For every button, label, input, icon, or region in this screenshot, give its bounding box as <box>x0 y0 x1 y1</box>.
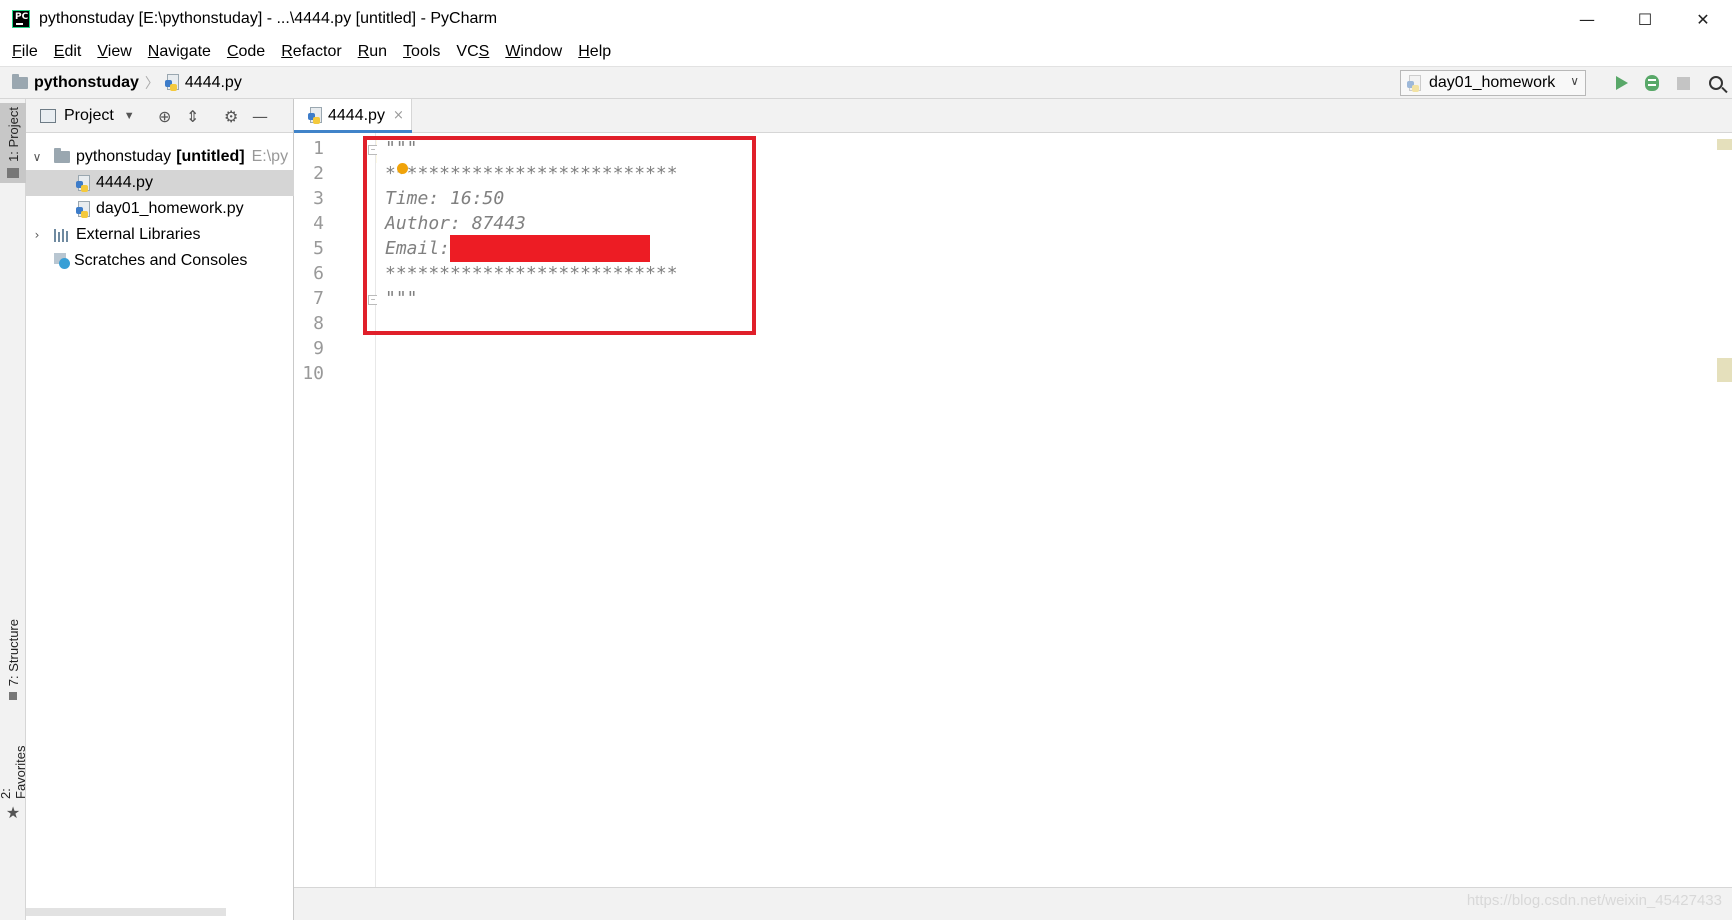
project-panel-title[interactable]: Project <box>64 107 114 125</box>
line-number: 8 <box>313 313 324 334</box>
line-number: 1 <box>313 138 324 159</box>
tree-item-label: pythonstuday <box>76 148 172 165</box>
pycharm-window: PC pythonstuday [E:\pythonstuday] - ...\… <box>0 0 1732 920</box>
menu-help[interactable]: Help <box>570 43 619 61</box>
chevron-down-icon: ∨ <box>1570 74 1579 88</box>
stripe-marker[interactable] <box>1717 358 1732 382</box>
tree-item-file-day01[interactable]: day01_homework.py <box>26 196 294 222</box>
project-tab-label: 1: Project <box>5 107 21 162</box>
collapse-all-icon[interactable]: ⇕ <box>186 107 199 126</box>
tree-item-label: Scratches and Consoles <box>74 252 248 269</box>
annotation-highlight-box <box>363 136 756 335</box>
line-number: 2 <box>313 163 324 184</box>
line-number: 10 <box>302 363 324 384</box>
play-icon <box>1616 76 1628 90</box>
error-stripe[interactable] <box>1717 133 1732 887</box>
stripe-marker[interactable] <box>1717 139 1732 150</box>
python-file-icon <box>308 107 324 124</box>
folder-icon <box>7 167 19 178</box>
hide-panel-icon[interactable]: — <box>252 107 268 126</box>
bug-icon <box>1645 75 1659 91</box>
gear-icon[interactable]: ⚙ <box>224 107 238 126</box>
structure-icon <box>9 692 17 701</box>
stop-button[interactable] <box>1673 73 1693 93</box>
run-configuration-label: day01_homework <box>1429 74 1556 91</box>
search-icon <box>1709 76 1723 90</box>
menu-code[interactable]: Code <box>219 43 273 61</box>
tree-item-path: E:\py <box>251 148 289 165</box>
star-icon: ★ <box>5 803 21 822</box>
tab-project-toolwindow[interactable]: 1: Project <box>0 103 26 183</box>
run-configuration-select[interactable]: day01_homework ∨ <box>1400 70 1586 96</box>
line-number: 4 <box>313 213 324 234</box>
tab-structure-toolwindow[interactable]: 7: Structure <box>0 619 26 709</box>
tree-item-label: 4444.py <box>96 174 153 191</box>
editor-tab-label: 4444.py <box>328 106 385 124</box>
python-config-icon <box>1407 74 1423 92</box>
run-button[interactable] <box>1612 73 1632 93</box>
structure-tab-label: 7: Structure <box>5 619 21 687</box>
tab-4444-py[interactable]: 4444.py × <box>294 99 412 133</box>
project-panel-header: Project ▼ ⊕ ⇕ ⚙ — <box>26 99 293 133</box>
title-bar: PC pythonstuday [E:\pythonstuday] - ...\… <box>0 0 1732 38</box>
python-file-icon <box>164 74 181 91</box>
line-number: 3 <box>313 188 324 209</box>
tree-item-label: External Libraries <box>76 226 201 243</box>
chevron-right-icon[interactable]: › <box>30 228 44 242</box>
maximize-button[interactable]: ☐ <box>1616 0 1674 38</box>
menu-window[interactable]: Window <box>497 43 570 61</box>
menu-navigate[interactable]: Navigate <box>140 43 219 61</box>
menu-file[interactable]: File <box>4 43 46 61</box>
line-number: 9 <box>313 338 324 359</box>
tree-item-scratches[interactable]: Scratches and Consoles <box>26 248 294 274</box>
menu-view[interactable]: View <box>89 43 139 61</box>
breadcrumb-separator: 〉 <box>144 74 159 91</box>
debug-button[interactable] <box>1642 73 1662 93</box>
project-panel: Project ▼ ⊕ ⇕ ⚙ — ∨ pythonstuday [untitl… <box>26 99 294 920</box>
tree-item-file-4444[interactable]: 4444.py <box>26 170 294 196</box>
menu-tools[interactable]: Tools <box>395 43 448 61</box>
navigation-bar: pythonstuday 〉 4444.py day01_homework ∨ <box>0 66 1732 99</box>
favorites-tab-label: 2: Favorites <box>0 745 28 799</box>
left-tool-strip: 1: Project 7: Structure 2: Favorites ★ <box>0 99 28 920</box>
python-file-icon <box>76 200 92 218</box>
close-window-button[interactable]: ✕ <box>1674 0 1732 38</box>
horizontal-scrollbar[interactable] <box>26 908 226 916</box>
folder-icon <box>12 73 28 89</box>
editor-tab-bar: 4444.py × <box>294 99 1732 133</box>
chevron-down-icon[interactable]: ∨ <box>30 150 44 164</box>
python-file-icon <box>76 174 92 192</box>
menu-vcs[interactable]: VCS <box>448 43 497 61</box>
menu-refactor[interactable]: Refactor <box>273 43 349 61</box>
breadcrumb-project[interactable]: pythonstuday <box>34 74 139 92</box>
minimize-button[interactable]: — <box>1558 0 1616 38</box>
tree-item-tag: [untitled] <box>176 148 245 165</box>
search-everywhere-button[interactable] <box>1706 73 1726 93</box>
project-view-icon <box>40 108 56 123</box>
tab-favorites-toolwindow[interactable]: 2: Favorites ★ <box>0 732 28 822</box>
library-icon <box>54 228 70 242</box>
tree-item-label: day01_homework.py <box>96 200 244 217</box>
close-icon[interactable]: × <box>393 108 404 123</box>
pycharm-logo-icon: PC <box>12 10 30 28</box>
window-title: pythonstuday [E:\pythonstuday] - ...\444… <box>39 10 498 27</box>
scratches-icon <box>54 253 70 269</box>
folder-icon <box>54 148 70 163</box>
watermark-text: https://blog.csdn.net/weixin_45427433 <box>1466 892 1722 909</box>
line-number: 7 <box>313 288 324 309</box>
editor-bottom-bar: https://blog.csdn.net/weixin_45427433 <box>294 887 1732 920</box>
breadcrumb-file[interactable]: 4444.py <box>185 74 242 92</box>
tree-item-external-libraries[interactable]: › External Libraries <box>26 222 294 248</box>
menu-edit[interactable]: Edit <box>46 43 90 61</box>
locate-icon[interactable]: ⊕ <box>158 107 171 126</box>
menu-run[interactable]: Run <box>350 43 395 61</box>
tree-item-project-root[interactable]: ∨ pythonstuday [untitled] E:\py <box>26 144 294 170</box>
line-number: 6 <box>313 263 324 284</box>
window-controls: — ☐ ✕ <box>1558 0 1732 38</box>
menu-bar: File Edit View Navigate Code Refactor Ru… <box>0 38 1732 66</box>
line-number: 5 <box>313 238 324 259</box>
chevron-down-icon[interactable]: ▼ <box>124 110 135 122</box>
stop-icon <box>1676 76 1690 90</box>
